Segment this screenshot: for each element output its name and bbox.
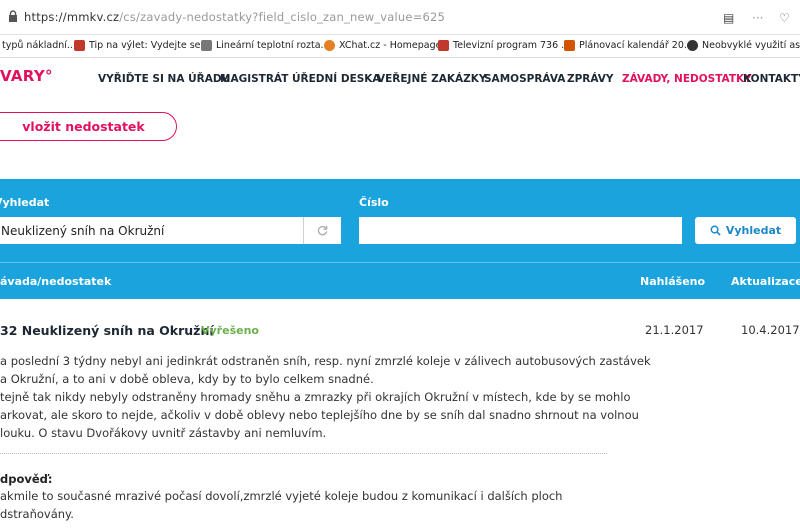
issue-description: a poslední 3 týdny nebyl ani jedinkrát o… [0,352,651,442]
refresh-icon [317,225,328,236]
bookmarks-bar: typů nákladní... Tip na výlet: Vydejte s… [0,35,800,58]
description-line: a poslední 3 týdny nebyl ani jedinkrát o… [0,354,651,368]
site-logo[interactable]: VARY° [0,67,53,85]
pocket-icon[interactable]: ♡ [779,11,790,25]
lock-icon [9,10,17,22]
description-line: tejně tak nikdy nebyly odstraněny hromad… [0,390,631,404]
bookmark-item[interactable]: Neobvyklé využití aspi... [687,40,800,51]
response-line: dstraňovány. [0,507,74,521]
nav-item-samosprava[interactable]: SAMOSPRÁVA [484,73,565,85]
status-badge: Vyřešeno [201,324,259,337]
bookmark-item[interactable]: Plánovací kalendář 20... [564,40,693,51]
number-label: Číslo [359,196,389,209]
bookmark-item[interactable]: Tip na výlet: Vydejte se... [74,40,210,51]
search-button[interactable]: Vyhledat [695,217,796,244]
bookmark-item[interactable]: Lineární teplotní rozta... [201,40,330,51]
description-line: louku. O stavu Dvořákovy uvnitř zástavby… [0,426,327,440]
bookmark-favicon-icon [201,40,212,51]
report-issue-label: vložit nedostatek [22,119,145,134]
dotted-divider [0,453,607,454]
nav-item-kontakty[interactable]: KONTAKTY [743,73,800,85]
nav-item-zpravy[interactable]: ZPRÁVY [567,73,614,85]
column-header-updated[interactable]: Aktualizace [731,275,800,288]
reset-button[interactable] [303,217,341,244]
description-line: arkovat, ale skoro to nejde, ačkoliv v d… [0,408,639,422]
menu-dots-icon[interactable]: ··· [752,11,763,25]
response-label: dpověď: [0,472,53,486]
nav-item-vyridte[interactable]: VYŘIĎTE SI NA ÚŘADU [98,73,230,85]
reported-date: 21.1.2017 [645,323,704,337]
number-input[interactable] [359,217,682,244]
band-divider [0,262,800,263]
bookmark-item[interactable]: XChat.cz - Homepage [324,40,442,51]
response-text: akmile to současné mrazivé počasí dovolí… [0,487,615,523]
nav-item-uredni-deska[interactable]: ÚŘEDNÍ DESKA [292,73,381,85]
issue-title[interactable]: 32 Neuklizený sníh na Okružní [0,323,214,338]
description-line: a Okružní, a to ani v době obleva, kdy b… [0,372,374,386]
report-issue-button[interactable]: vložit nedostatek [0,112,177,141]
bookmark-item[interactable]: typů nákladní... [2,40,76,51]
bookmark-favicon-icon [687,40,698,51]
browser-url-bar[interactable]: https://mmkv.cz/cs/zavady-nedostatky?fie… [0,0,800,35]
response-line: akmile to současné mrazivé počasí dovolí… [0,489,563,503]
updated-date: 10.4.2017 [741,323,800,337]
search-label: Vyhledat [0,196,50,209]
bookmark-favicon-icon [324,40,335,51]
bookmark-favicon-icon [564,40,575,51]
url-text[interactable]: https://mmkv.cz/cs/zavady-nedostatky?fie… [24,10,445,24]
reader-view-icon[interactable]: ▤ [723,11,734,25]
bookmark-favicon-icon [74,40,85,51]
bookmark-item[interactable]: Televizní program 736 ... [438,40,570,51]
column-header-reported[interactable]: Nahlášeno [640,275,705,288]
search-input[interactable] [0,217,303,244]
nav-item-magistrat[interactable]: MAGISTRÁT [220,73,288,85]
search-icon [710,225,721,236]
search-button-label: Vyhledat [725,224,782,237]
bookmark-favicon-icon [438,40,449,51]
column-header-issue[interactable]: Závada/nedostatek [0,275,111,288]
nav-item-zavady[interactable]: ZÁVADY, NEDOSTATKY [622,73,752,85]
nav-item-verejne-zakazky[interactable]: VEŘEJNÉ ZAKÁZKY [377,73,486,85]
